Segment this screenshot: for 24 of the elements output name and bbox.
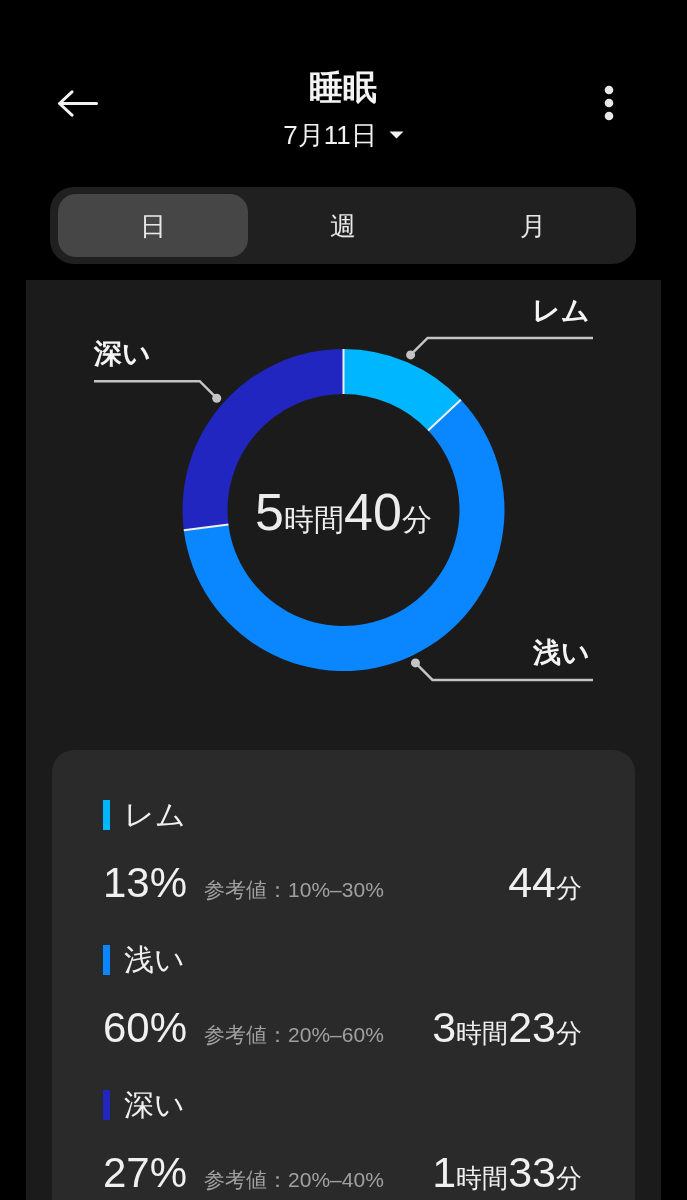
chart-label: 浅い <box>533 636 590 668</box>
stage-duration: 1時間33分 <box>432 1147 582 1198</box>
date-dropdown[interactable]: 7月11日 <box>283 118 404 152</box>
period-tab[interactable]: 週 <box>248 194 438 257</box>
total-sleep-duration: 5時間40分 <box>255 483 432 541</box>
stage-percent: 13% <box>103 858 188 908</box>
page-title: 睡眠 <box>309 67 378 108</box>
more-options-icon[interactable] <box>604 85 614 121</box>
period-tab[interactable]: 日 <box>58 194 248 257</box>
stage-label: 浅い <box>124 942 185 978</box>
stage-percent: 60% <box>103 1003 188 1053</box>
reference-range: 参考値：10%–30% <box>204 877 384 903</box>
stage-duration: 3時間23分 <box>432 1002 582 1053</box>
stage-percent: 27% <box>103 1148 188 1198</box>
stage-duration: 44分 <box>508 857 582 908</box>
stage-label: 深い <box>124 1087 185 1123</box>
period-tab[interactable]: 月 <box>438 194 628 257</box>
back-icon[interactable] <box>57 90 98 117</box>
reference-range: 参考値：20%–40% <box>204 1167 384 1193</box>
stage-label: レム <box>124 797 186 833</box>
chart-label: 深い <box>94 338 151 370</box>
caret-down-icon <box>388 131 404 139</box>
reference-range: 参考値：20%–60% <box>204 1022 384 1048</box>
chart-label: レム <box>532 294 590 326</box>
